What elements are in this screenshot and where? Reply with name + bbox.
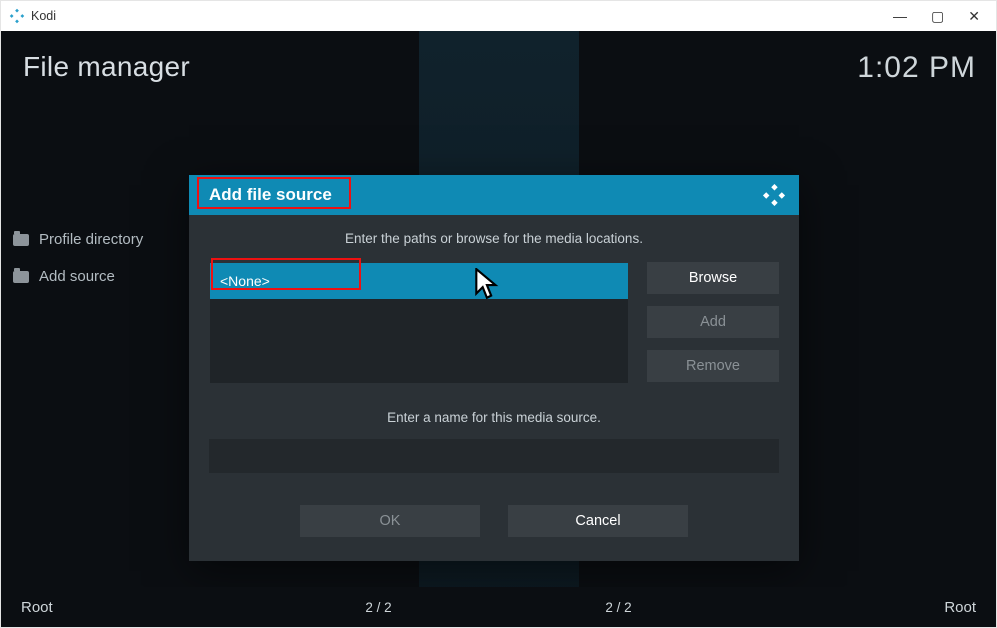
page-title: File manager: [23, 51, 190, 83]
close-button[interactable]: ✕: [968, 8, 980, 25]
kodi-logo-icon: [763, 184, 785, 206]
source-name-input[interactable]: [209, 439, 779, 473]
status-left-root: Root: [21, 599, 53, 616]
add-path-button[interactable]: Add: [647, 306, 779, 338]
window-controls: — ▢ ✕: [893, 8, 990, 25]
app-header: File manager 1:02 PM: [23, 51, 976, 85]
sidebar-item-label: Add source: [39, 268, 115, 285]
dialog-title: Add file source: [209, 185, 332, 205]
sidebar: Profile directory Add source: [13, 231, 143, 285]
folder-icon: [13, 234, 29, 246]
paths-list[interactable]: <None>: [209, 262, 629, 384]
browse-button[interactable]: Browse: [647, 262, 779, 294]
sidebar-item-label: Profile directory: [39, 231, 143, 248]
paths-hint: Enter the paths or browse for the media …: [209, 231, 779, 246]
pager-right: 2 / 2: [499, 600, 739, 615]
cancel-button[interactable]: Cancel: [508, 505, 688, 537]
status-bar: Root 2 / 2 2 / 2 Root: [1, 587, 996, 627]
ok-button[interactable]: OK: [300, 505, 480, 537]
add-file-source-dialog: Add file source Enter the paths or brows…: [189, 175, 799, 561]
app-body: File manager 1:02 PM Profile directory A…: [1, 31, 996, 627]
dialog-header: Add file source: [189, 175, 799, 215]
os-window: Kodi — ▢ ✕ File manager 1:02 PM Profile …: [0, 0, 997, 628]
minimize-button[interactable]: —: [893, 8, 907, 25]
path-entry-selected[interactable]: <None>: [210, 263, 628, 299]
mouse-cursor-icon: [475, 268, 501, 302]
sidebar-item-profile-directory[interactable]: Profile directory: [13, 231, 143, 248]
folder-icon: [13, 271, 29, 283]
name-hint: Enter a name for this media source.: [209, 410, 779, 425]
maximize-button[interactable]: ▢: [931, 8, 944, 25]
window-title: Kodi: [31, 9, 56, 23]
dialog-body: Enter the paths or browse for the media …: [189, 215, 799, 561]
pager-left: 2 / 2: [259, 600, 499, 615]
status-right-root: Root: [944, 599, 976, 616]
clock: 1:02 PM: [857, 51, 976, 85]
remove-path-button[interactable]: Remove: [647, 350, 779, 382]
kodi-logo-icon: [9, 8, 25, 24]
titlebar: Kodi — ▢ ✕: [1, 1, 996, 31]
sidebar-item-add-source[interactable]: Add source: [13, 268, 143, 285]
